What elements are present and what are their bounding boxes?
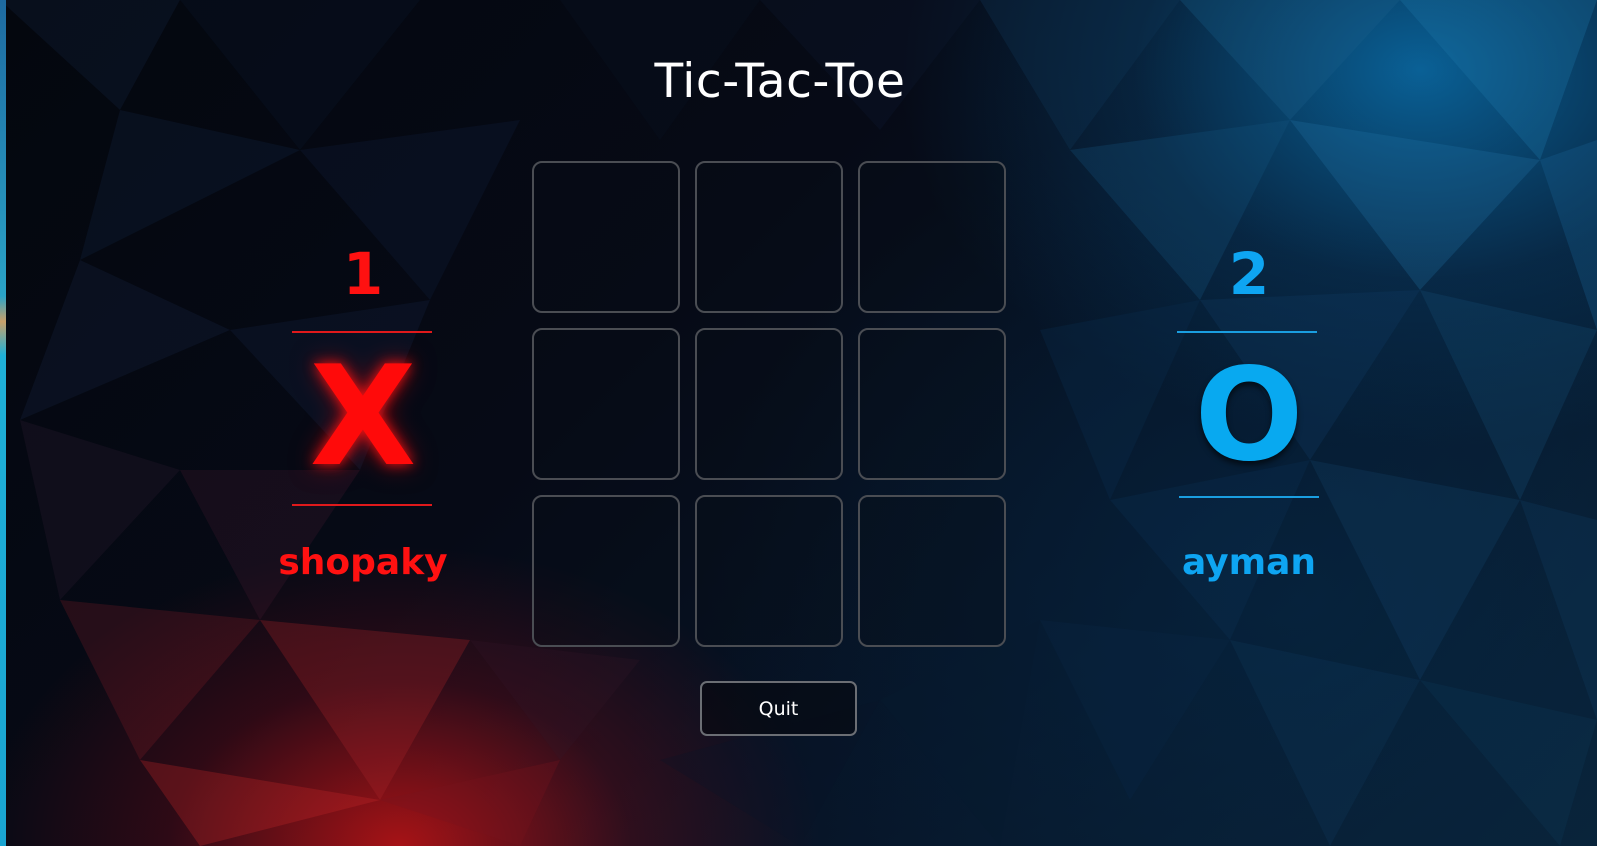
player-o-mark: O — [1194, 341, 1304, 490]
player-x-panel: 1 X shopaky — [270, 230, 456, 600]
board-cell-7[interactable] — [532, 495, 680, 647]
player-o-panel: 2 O ayman — [1156, 230, 1342, 600]
quit-button[interactable]: Quit — [700, 681, 857, 736]
player-x-mark: X — [309, 336, 417, 497]
player-x-name: shopaky — [278, 542, 448, 583]
game-title: Tic-Tac-Toe — [654, 54, 906, 109]
player-x-bottom-divider — [292, 504, 432, 506]
board-cell-9[interactable] — [858, 495, 1006, 647]
player-x-score: 1 — [342, 240, 384, 308]
board-cell-4[interactable] — [532, 328, 680, 480]
player-o-bottom-divider — [1179, 496, 1319, 498]
board-cell-6[interactable] — [858, 328, 1006, 480]
player-x-top-divider — [292, 331, 432, 333]
window-edge-strip — [0, 0, 6, 846]
player-o-score: 2 — [1228, 240, 1270, 308]
board-cell-5[interactable] — [695, 328, 843, 480]
board-cell-3[interactable] — [858, 161, 1006, 313]
board-cell-8[interactable] — [695, 495, 843, 647]
game-board — [532, 161, 1011, 652]
player-o-name: ayman — [1181, 542, 1317, 583]
game-window: Tic-Tac-Toe 1 X shopaky 2 O ayman Quit — [0, 0, 1597, 846]
player-o-top-divider — [1177, 331, 1317, 333]
board-cell-2[interactable] — [695, 161, 843, 313]
board-cell-1[interactable] — [532, 161, 680, 313]
